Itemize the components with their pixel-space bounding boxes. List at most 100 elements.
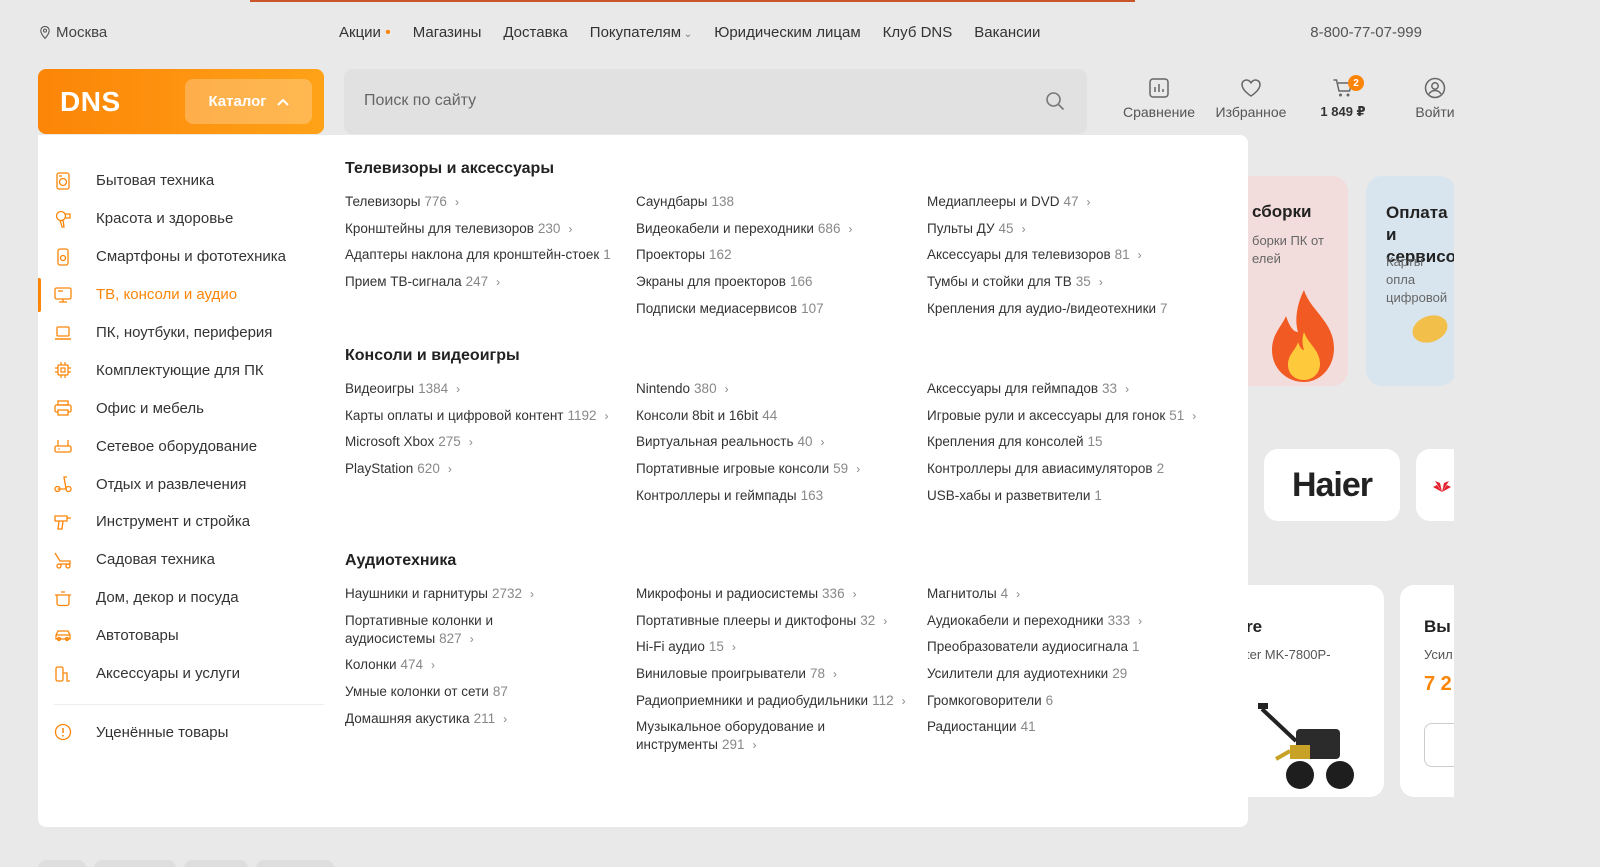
subcategory-link[interactable]: Телевизоры 776 ›: [345, 193, 615, 211]
dns-logo[interactable]: DNS: [60, 86, 121, 118]
subcategory-link[interactable]: Портативные колонки и аудиосистемы 827 ›: [345, 612, 615, 648]
subcategory-link[interactable]: Громкоговорители 6: [927, 692, 1197, 710]
pill[interactable]: [94, 860, 176, 867]
subcategory-link[interactable]: Nintendo 380 ›: [636, 380, 906, 398]
subcategory-count: 776: [424, 194, 447, 209]
section-title[interactable]: Аудиотехника: [345, 552, 1235, 570]
subcategory-name: Контроллеры для авиасимуляторов: [927, 461, 1153, 477]
favorites-button[interactable]: Избранное: [1205, 77, 1297, 120]
city-selector[interactable]: Москва: [40, 24, 107, 41]
section-title[interactable]: Консоли и видеоигры: [345, 347, 1235, 365]
subcategory-name: Наушники и гарнитуры: [345, 586, 488, 601]
sidebar-item-label: Автотовары: [96, 627, 179, 645]
sidebar-item-pc-components[interactable]: Комплектующие для ПК: [38, 351, 324, 389]
subcategory-link[interactable]: Экраны для проекторов 166: [636, 273, 906, 291]
subcategory-link[interactable]: Microsoft Xbox 275 ›: [345, 433, 615, 451]
subcategory-link[interactable]: Прием ТВ-сигнала 247 ›: [345, 273, 615, 291]
subcategory-link[interactable]: Подписки медиасервисов 107: [636, 300, 906, 318]
subcategory-link[interactable]: Магнитолы 4 ›: [927, 585, 1197, 603]
sidebar-item-label: Дом, декор и посуда: [96, 589, 239, 607]
phone-number[interactable]: 8-800-77-07-999: [1310, 24, 1422, 41]
subcategory-link[interactable]: Саундбары 138: [636, 193, 906, 211]
sidebar-item-accessories[interactable]: Аксессуары и услуги: [38, 655, 324, 693]
sidebar-item-smartphones[interactable]: Смартфоны и фототехника: [38, 238, 324, 276]
pill[interactable]: [256, 860, 334, 867]
sidebar-item-auto[interactable]: Автотовары: [38, 617, 324, 655]
sidebar-item-tools[interactable]: Инструмент и стройка: [38, 503, 324, 541]
subcategory-link[interactable]: Виртуальная реальность 40 ›: [636, 433, 906, 451]
subcategory-link[interactable]: Радиоприемники и радиобудильники 112 ›: [636, 692, 906, 710]
top-link-promotions[interactable]: Акции •: [339, 24, 391, 42]
catalog-button[interactable]: Каталог: [185, 79, 312, 124]
subcategory-column: Аксессуары для геймпадов 33 › Игровые рули …: [927, 380, 1197, 513]
subcategory-link[interactable]: Пульты ДУ 45 ›: [927, 220, 1197, 238]
sidebar-item-leisure[interactable]: Отдых и развлечения: [38, 465, 324, 503]
sidebar-item-tv-audio[interactable]: ТВ, консоли и аудио: [38, 276, 324, 314]
subcategory-link[interactable]: Аксессуары для геймпадов 33 ›: [927, 380, 1197, 398]
subcategory-link[interactable]: Колонки 474 ›: [345, 656, 615, 674]
sidebar-item-garden[interactable]: Садовая техника: [38, 541, 324, 579]
subcategory-link[interactable]: Консоли 8bit и 16bit 44: [636, 407, 906, 425]
subcategory-link[interactable]: Портативные игровые консоли 59 ›: [636, 460, 906, 478]
subcategory-link[interactable]: USB-хабы и разветвители 1: [927, 487, 1197, 505]
subcategory-link[interactable]: Проекторы 162: [636, 246, 906, 264]
sidebar-item-beauty[interactable]: Красота и здоровье: [38, 200, 324, 238]
subcategory-link[interactable]: Кронштейны для телевизоров 230 ›: [345, 220, 615, 238]
subcategory-link[interactable]: Усилители для аудиотехники 29: [927, 665, 1197, 683]
subcategory-link[interactable]: Радиостанции 41: [927, 718, 1197, 736]
brand-card-huawei[interactable]: [1416, 449, 1456, 521]
subcategory-link[interactable]: Микрофоны и радиосистемы 336 ›: [636, 585, 906, 603]
top-link-club[interactable]: Клуб DNS: [883, 24, 953, 42]
section-title[interactable]: Телевизоры и аксессуары: [345, 160, 1235, 178]
subcategory-link[interactable]: Карты оплаты и цифровой контент 1192 ›: [345, 407, 615, 425]
product-card-tiller[interactable]: re ter MK-7800P-: [1226, 585, 1384, 797]
subcategory-link[interactable]: Крепления для аудио-/видеотехники 7: [927, 300, 1197, 318]
subcategory-link[interactable]: Адаптеры наклона для кронштейн-стоек 1: [345, 246, 615, 264]
subcategory-link[interactable]: Преобразователи аудиосигнала 1: [927, 638, 1197, 656]
drill-icon: [54, 515, 71, 530]
top-link-legal[interactable]: Юридическим лицам: [714, 24, 860, 42]
subcategory-link[interactable]: Тумбы и стойки для ТВ 35 ›: [927, 273, 1197, 291]
logo-block: DNS Каталог: [38, 69, 324, 134]
sidebar-item-office[interactable]: Офис и мебель: [38, 389, 324, 427]
sidebar-item-home[interactable]: Дом, декор и посуда: [38, 579, 324, 617]
subcategory-link[interactable]: Крепления для консолей 15: [927, 433, 1197, 451]
subcategory-link[interactable]: Аудиокабели и переходники 333 ›: [927, 612, 1197, 630]
sidebar-item-pc-laptops[interactable]: ПК, ноутбуки, периферия: [38, 314, 324, 352]
subcategory-link[interactable]: Аксессуары для телевизоров 81 ›: [927, 246, 1197, 264]
subcategory-link[interactable]: Медиаплееры и DVD 47 ›: [927, 193, 1197, 211]
product-card-button[interactable]: [1424, 723, 1456, 767]
chevron-right-icon: ›: [1125, 382, 1130, 396]
subcategory-link[interactable]: Наушники и гарнитуры 2732 ›: [345, 585, 615, 603]
sidebar-item-discounted[interactable]: Уценённые товары: [38, 713, 324, 751]
brand-card-haier[interactable]: Haier: [1264, 449, 1400, 521]
subcategory-link[interactable]: Игровые рули и аксессуары для гонок 51 ›: [927, 407, 1197, 425]
subcategory-name: Виниловые проигрыватели: [636, 666, 806, 682]
search-icon[interactable]: [1045, 91, 1065, 111]
pill[interactable]: [38, 860, 86, 867]
search-input[interactable]: [364, 89, 1014, 113]
product-card-partial[interactable]: Вы Усил 7 2: [1400, 585, 1456, 797]
subcategory-link[interactable]: PlayStation 620 ›: [345, 460, 615, 478]
top-link-delivery[interactable]: Доставка: [503, 24, 567, 42]
pill[interactable]: [184, 860, 248, 867]
sidebar-item-network[interactable]: Сетевое оборудование: [38, 427, 324, 465]
top-link-vacancies[interactable]: Вакансии: [974, 24, 1040, 42]
subcategory-link[interactable]: Hi-Fi аудио 15 ›: [636, 638, 906, 656]
subcategory-link[interactable]: Контроллеры и геймпады 163: [636, 487, 906, 505]
subcategory-link[interactable]: Видеокабели и переходники 686 ›: [636, 220, 906, 238]
subcategory-link[interactable]: Музыкальное оборудование и инструменты 29…: [636, 718, 906, 754]
subcategory-link[interactable]: Умные колонки от сети 87: [345, 683, 615, 701]
top-link-stores[interactable]: Магазины: [413, 24, 482, 42]
promo-card-payment[interactable]: Оплата и сервисо Карты опла цифровой: [1366, 176, 1456, 386]
top-link-customers[interactable]: Покупателям ⌄: [590, 24, 692, 42]
subcategory-link[interactable]: Домашняя акустика 211 ›: [345, 710, 615, 728]
subcategory-link[interactable]: Портативные плееры и диктофоны 32 ›: [636, 612, 906, 630]
cart-button[interactable]: 2 1 849 ₽: [1297, 75, 1389, 120]
subcategory-link[interactable]: Видеоигры 1384 ›: [345, 380, 615, 398]
subcategory-link[interactable]: Контроллеры для авиасимуляторов 2: [927, 460, 1197, 478]
sidebar-item-label: Офис и мебель: [96, 399, 204, 417]
compare-button[interactable]: Сравнение: [1113, 77, 1205, 120]
sidebar-item-appliances[interactable]: Бытовая техника: [38, 162, 324, 200]
subcategory-link[interactable]: Виниловые проигрыватели 78 ›: [636, 665, 906, 683]
